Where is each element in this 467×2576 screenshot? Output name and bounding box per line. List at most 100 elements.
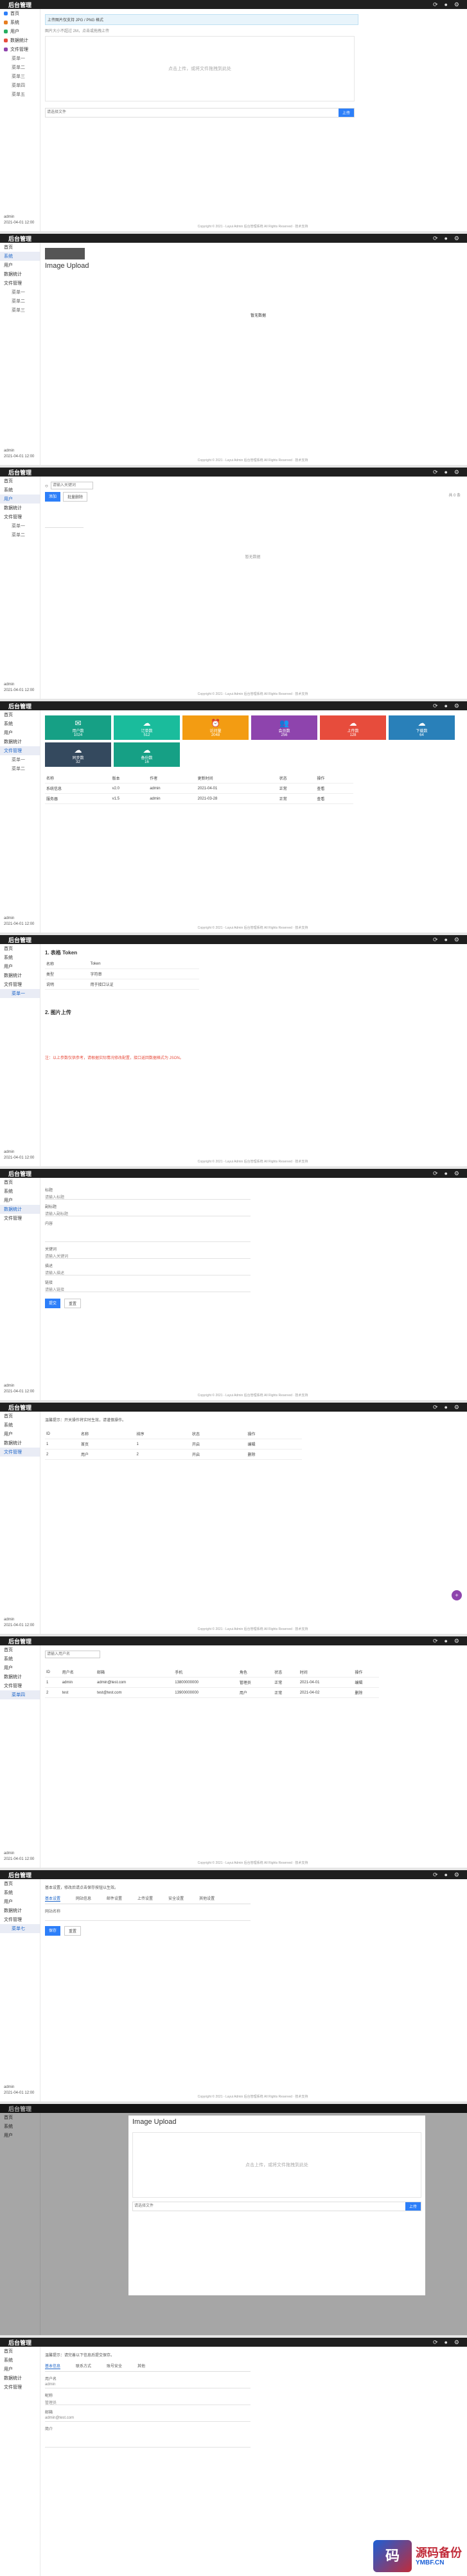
sidebar-item[interactable]: 数据统计 [0,1906,40,1915]
settings-icon[interactable]: ⚙ [454,1,459,8]
brand-logo[interactable]: 后台管理 [0,1403,40,1412]
upload-button[interactable]: 上传 [405,2202,421,2211]
stat-tile[interactable]: ☁ 上传数 128 [320,715,386,740]
user-icon[interactable]: ● [444,703,447,710]
submit-button[interactable]: 提交 [45,1299,61,1308]
user-icon[interactable]: ● [444,1,447,8]
sidebar-item[interactable]: 文件管理 [0,279,40,288]
keyword-field[interactable]: 请输入关键词 [45,1253,251,1259]
email-field[interactable]: admin@test.com [45,2416,251,2422]
sidebar-item[interactable]: 文件管理 [0,2383,40,2392]
subtitle-field[interactable]: 请输入副标题 [45,1211,251,1216]
sidebar-item[interactable]: 用户 [0,1663,40,1672]
upload-dropzone[interactable]: 点击上传，或将文件拖拽到此处 [45,36,355,101]
refresh-icon[interactable]: ⟳ [433,1170,438,1177]
file-input[interactable] [133,2202,405,2210]
sidebar-item[interactable]: 系统 [0,18,40,27]
settings-icon[interactable]: ⚙ [454,2339,459,2346]
sidebar-item[interactable]: 用户 [0,1897,40,1906]
sidebar-subitem[interactable]: 菜单二 [0,297,40,306]
stat-tile[interactable]: ☁ 备份数 16 [114,742,180,767]
sidebar-item[interactable]: 用户 [0,261,40,270]
user-icon[interactable]: ● [444,936,447,943]
sidebar-item[interactable]: 文件管理 [0,1915,40,1924]
settings-icon[interactable]: ⚙ [454,235,459,242]
search-input[interactable] [45,1651,100,1658]
user-icon[interactable]: ● [444,1871,447,1879]
tab[interactable]: 其他 [137,2363,145,2369]
sidebar-subitem[interactable]: 菜单二 [0,63,40,72]
sidebar-item[interactable]: 文件管理 [0,513,40,521]
sidebar-subitem[interactable]: 菜单五 [0,90,40,99]
settings-icon[interactable]: ⚙ [454,936,459,943]
refresh-icon[interactable]: ⟳ [433,703,438,710]
user-icon[interactable]: ● [444,1638,447,1645]
upload-button[interactable]: 上传 [338,109,354,117]
stat-tile[interactable]: 👥 会员数 256 [251,715,317,740]
sidebar-item[interactable]: 数据统计 [0,1672,40,1681]
sidebar-item[interactable]: 数据统计 [0,2374,40,2383]
brand-logo[interactable]: 后台管理 [0,702,40,710]
sidebar-subitem[interactable]: 菜单一 [0,755,40,764]
search-input[interactable] [50,482,93,489]
sidebar-subitem[interactable]: 菜单二 [0,530,40,539]
tab[interactable]: 其他设置 [199,1895,215,1902]
sidebar-item[interactable]: 用户 [0,728,40,737]
brand-logo[interactable]: 后台管理 [0,1170,40,1178]
sidebar-item[interactable]: 首页 [0,1879,40,1888]
sidebar-item[interactable]: 数据统计 [0,1439,40,1448]
sidebar-item[interactable]: 系统 [0,953,40,962]
brand-logo[interactable]: 后台管理 [0,468,40,477]
sidebar-item[interactable]: 系统 [0,486,40,495]
sidebar-subitem[interactable]: 菜单三 [0,72,40,81]
sidebar-item[interactable]: 首页 [0,1412,40,1421]
tab[interactable]: 安全设置 [168,1895,184,1902]
sidebar-item[interactable]: 文件管理 [0,1448,40,1457]
settings-icon[interactable]: ⚙ [454,1170,459,1177]
settings-icon[interactable]: ⚙ [454,703,459,710]
sidebar-item[interactable]: 首页 [0,944,40,953]
add-button[interactable]: 添加 [45,492,61,502]
brand-logo[interactable]: 后台管理 [0,1871,40,1879]
title-field[interactable]: 请输入标题 [45,1194,251,1200]
sidebar-subitem[interactable]: 菜单一 [0,989,40,998]
sidebar-item[interactable]: 文件管理 [0,45,40,54]
refresh-icon[interactable]: ⟳ [433,936,438,943]
sidebar-item[interactable]: 首页 [0,243,40,252]
settings-icon[interactable]: ⚙ [454,1404,459,1411]
sidebar-item[interactable]: 首页 [0,477,40,486]
tab[interactable]: 基本信息 [45,2363,61,2369]
sidebar-item[interactable]: 数据统计 [0,270,40,279]
brand-logo[interactable]: 后台管理 [0,1637,40,1645]
sidebar-item[interactable]: 数据统计 [0,504,40,513]
sidebar-subitem[interactable]: 菜单四 [0,1690,40,1699]
sidebar-item[interactable]: 系统 [0,1187,40,1196]
sidebar-subitem[interactable]: 菜单三 [0,306,40,315]
sidebar-item[interactable]: 数据统计 [0,1205,40,1214]
stat-tile[interactable]: ⏰ 访问量 2048 [182,715,249,740]
sidebar-item[interactable]: 数据统计 [0,971,40,980]
user-icon[interactable]: ● [444,469,447,476]
settings-icon[interactable]: ⚙ [454,1638,459,1645]
sidebar-item[interactable]: 首页 [0,1178,40,1187]
tab[interactable]: 邮件设置 [107,1895,122,1902]
username-field[interactable]: admin [45,2383,251,2388]
sidebar-item[interactable]: 文件管理 [0,980,40,989]
sidebar-subitem[interactable]: 菜单七 [0,1924,40,1933]
sidebar-item[interactable]: 用户 [0,962,40,971]
sidebar-item[interactable]: 首页 [0,1645,40,1654]
sidebar-item[interactable]: 文件管理 [0,1681,40,1690]
user-icon[interactable]: ● [444,2339,447,2346]
stat-tile[interactable]: ☁ 下载数 64 [389,715,455,740]
sidebar-item[interactable]: 用户 [0,2365,40,2374]
brand-logo[interactable]: 后台管理 [0,936,40,944]
sidebar-item[interactable]: 系统 [0,1888,40,1897]
sidebar-item[interactable]: 系统 [0,719,40,728]
refresh-icon[interactable]: ⟳ [433,2339,438,2346]
sidebar-item[interactable]: 首页 [0,9,40,18]
nickname-field[interactable]: 管理员 [45,2399,251,2405]
refresh-icon[interactable]: ⟳ [433,469,438,476]
sidebar-subitem[interactable]: 菜单一 [0,54,40,63]
save-button[interactable]: 保存 [45,1926,61,1936]
refresh-icon[interactable]: ⟳ [433,235,438,242]
